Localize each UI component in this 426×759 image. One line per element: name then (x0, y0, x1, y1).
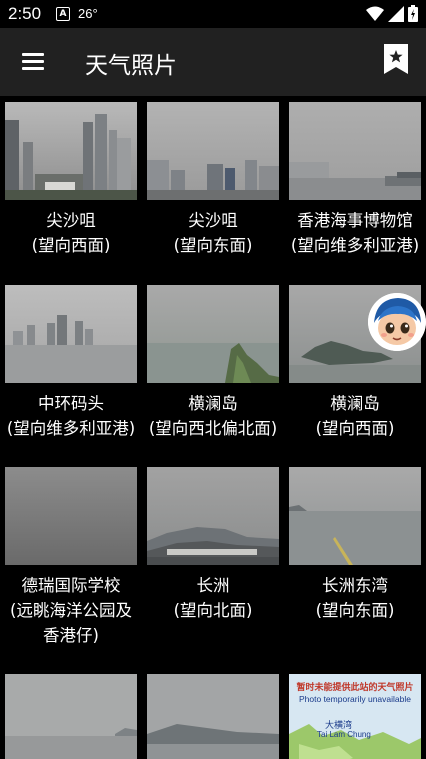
photo-caption: 尖沙咀 (望向西面) (1, 208, 141, 258)
photo-thumbnail[interactable] (147, 285, 279, 383)
photo-caption: 香港海事博物馆 (望向维多利亚港) (285, 208, 425, 258)
caption-line: 尖沙咀 (46, 211, 96, 230)
caption-line: 横澜岛 (188, 394, 238, 413)
caption-line: 横澜岛 (330, 394, 380, 413)
caption-line: (望向维多利亚港) (290, 236, 420, 255)
caption-line: 长洲东湾 (322, 576, 388, 595)
photo-thumbnail[interactable] (289, 467, 421, 565)
photo-grid: 尖沙咀 (望向西面) 尖沙咀 (望向东面) 香港海事博物馆 (望向维多利亚港) … (0, 96, 426, 759)
bookmark-button[interactable] (384, 44, 414, 78)
hamburger-icon-bar (22, 67, 44, 70)
photo-caption: 长洲东湾 (望向东面) (285, 573, 425, 623)
photo-thumbnail[interactable] (289, 102, 421, 200)
status-time: 2:50 (8, 4, 42, 23)
photo-caption: 德瑞国际学校 (远眺海洋公园及 香港仔) (1, 573, 141, 648)
photo-thumbnail[interactable] (5, 467, 137, 565)
caption-line: (远眺海洋公园及 (10, 601, 132, 620)
mascot-avatar-button[interactable] (368, 293, 426, 351)
caption-line: 香港海事博物馆 (297, 211, 413, 230)
status-bar: 2:50 A 26° (0, 0, 426, 28)
photo-thumbnail[interactable] (147, 674, 279, 759)
caption-line: (望向东面) (173, 236, 253, 255)
caption-line: (望向北面) (173, 601, 253, 620)
hamburger-icon (22, 53, 44, 56)
caption-line: 德瑞国际学校 (21, 576, 121, 595)
caption-line: (望向维多利亚港) (6, 419, 136, 438)
photo-thumbnail[interactable] (147, 467, 279, 565)
wifi-icon (366, 6, 384, 21)
photo-thumbnail[interactable] (5, 102, 137, 200)
status-temperature: 26° (78, 6, 98, 21)
photo-caption: 横澜岛 (望向西面) (285, 391, 425, 441)
app-bar: 天气照片 (0, 28, 426, 96)
photo-unavailable-thumbnail[interactable]: 暂时未能提供此站的天气照片 Photo temporarily unavaila… (289, 674, 421, 759)
caption-line: (望向西北偏北面) (148, 419, 278, 438)
caption-line: (望向西面) (31, 236, 111, 255)
photo-caption: 长洲 (望向北面) (143, 573, 283, 623)
caption-line: 中环码头 (38, 394, 104, 413)
mascot-face-icon (368, 293, 426, 351)
notification-a-icon: A (56, 7, 70, 21)
caption-line: (望向西面) (315, 419, 395, 438)
battery-icon (408, 5, 418, 22)
photo-thumbnail[interactable] (5, 674, 137, 759)
caption-line: 长洲 (196, 576, 230, 595)
caption-line: (望向东面) (315, 601, 395, 620)
signal-icon (388, 5, 404, 22)
bookmark-star-icon (384, 44, 408, 74)
unavailable-title-en: Photo temporarily unavailable (299, 694, 411, 704)
photo-caption: 中环码头 (望向维多利亚港) (1, 391, 141, 441)
photo-caption: 横澜岛 (望向西北偏北面) (143, 391, 283, 441)
caption-line: 香港仔) (43, 626, 99, 645)
photo-thumbnail[interactable] (147, 102, 279, 200)
photo-caption: 尖沙咀 (望向东面) (143, 208, 283, 258)
photo-thumbnail[interactable] (5, 285, 137, 383)
page-title: 天气照片 (85, 53, 177, 79)
menu-button[interactable] (14, 45, 50, 79)
unavailable-title-cn: 暂时未能提供此站的天气照片 (296, 683, 414, 693)
caption-line: 尖沙咀 (188, 211, 238, 230)
hamburger-icon-bar (22, 60, 44, 63)
station-name-en: Tai Lam Chung (317, 730, 371, 739)
